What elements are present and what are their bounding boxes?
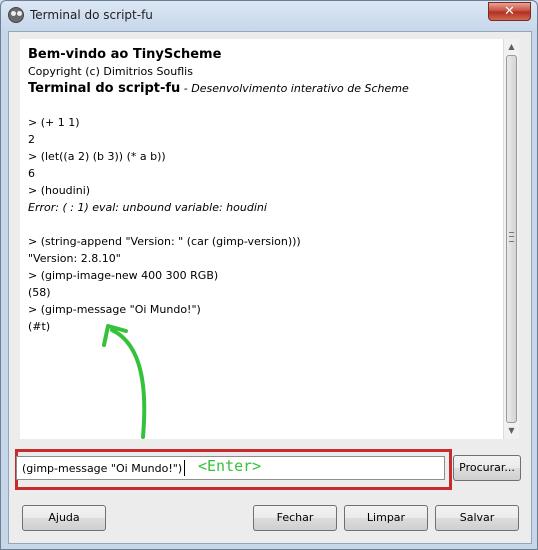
console-line: 6 [28, 167, 35, 180]
script-fu-console-window: Terminal do script-fu ✕ Bem-vindo ao Tin… [0, 0, 538, 550]
save-button[interactable]: Salvar [435, 505, 519, 531]
browse-button[interactable]: Procurar... [453, 455, 521, 481]
close-window-button[interactable]: ✕ [488, 2, 531, 21]
scroll-up-icon[interactable]: ▲ [504, 39, 519, 55]
console-output[interactable]: Bem-vindo ao TinyScheme Copyright (c) Di… [20, 39, 503, 439]
welcome-heading: Bem-vindo ao TinyScheme [28, 47, 222, 62]
enter-annotation: <Enter> [198, 457, 262, 475]
close-button[interactable]: Fechar [253, 505, 337, 531]
window-title: Terminal do script-fu [30, 8, 153, 22]
console-line: > (houdini) [28, 184, 91, 197]
help-button[interactable]: Ajuda [22, 505, 106, 531]
console-line: "Version: 2.8.10" [28, 252, 121, 265]
console-line: > (+ 1 1) [28, 116, 80, 129]
clear-button[interactable]: Limpar [344, 505, 428, 531]
console-line: > (gimp-image-new 400 300 RGB) [28, 269, 219, 282]
console-line: > (let((a 2) (b 3)) (* a b)) [28, 150, 166, 163]
gimp-icon [8, 7, 24, 23]
scroll-down-icon[interactable]: ▼ [504, 423, 519, 439]
text-caret [184, 460, 185, 476]
console-header: Terminal do script-fu - Desenvolvimento … [28, 81, 409, 96]
console-line: > (string-append "Version: " (car (gimp-… [28, 235, 301, 248]
grip-icon [509, 232, 514, 242]
console-line: > (gimp-message "Oi Mundo!") [28, 303, 201, 316]
console-header-title: Terminal do script-fu [28, 81, 181, 96]
copyright-line: Copyright (c) Dimitrios Souflis [28, 65, 193, 78]
console-scrollbar[interactable]: ▲ ▼ [503, 39, 519, 439]
console-line: (#t) [28, 320, 51, 333]
console-line: (58) [28, 286, 51, 299]
title-bar[interactable]: Terminal do script-fu ✕ [1, 1, 537, 31]
scrollbar-thumb[interactable] [506, 55, 517, 423]
console-header-subtitle: - Desenvolvimento interativo de Scheme [180, 82, 409, 95]
dialog-body: Bem-vindo ao TinyScheme Copyright (c) Di… [8, 31, 532, 544]
console-line: 2 [28, 133, 35, 146]
console-error-line: Error: ( : 1) eval: unbound variable: ho… [28, 201, 267, 214]
command-input-value: (gimp-message "Oi Mundo!") [22, 462, 183, 475]
